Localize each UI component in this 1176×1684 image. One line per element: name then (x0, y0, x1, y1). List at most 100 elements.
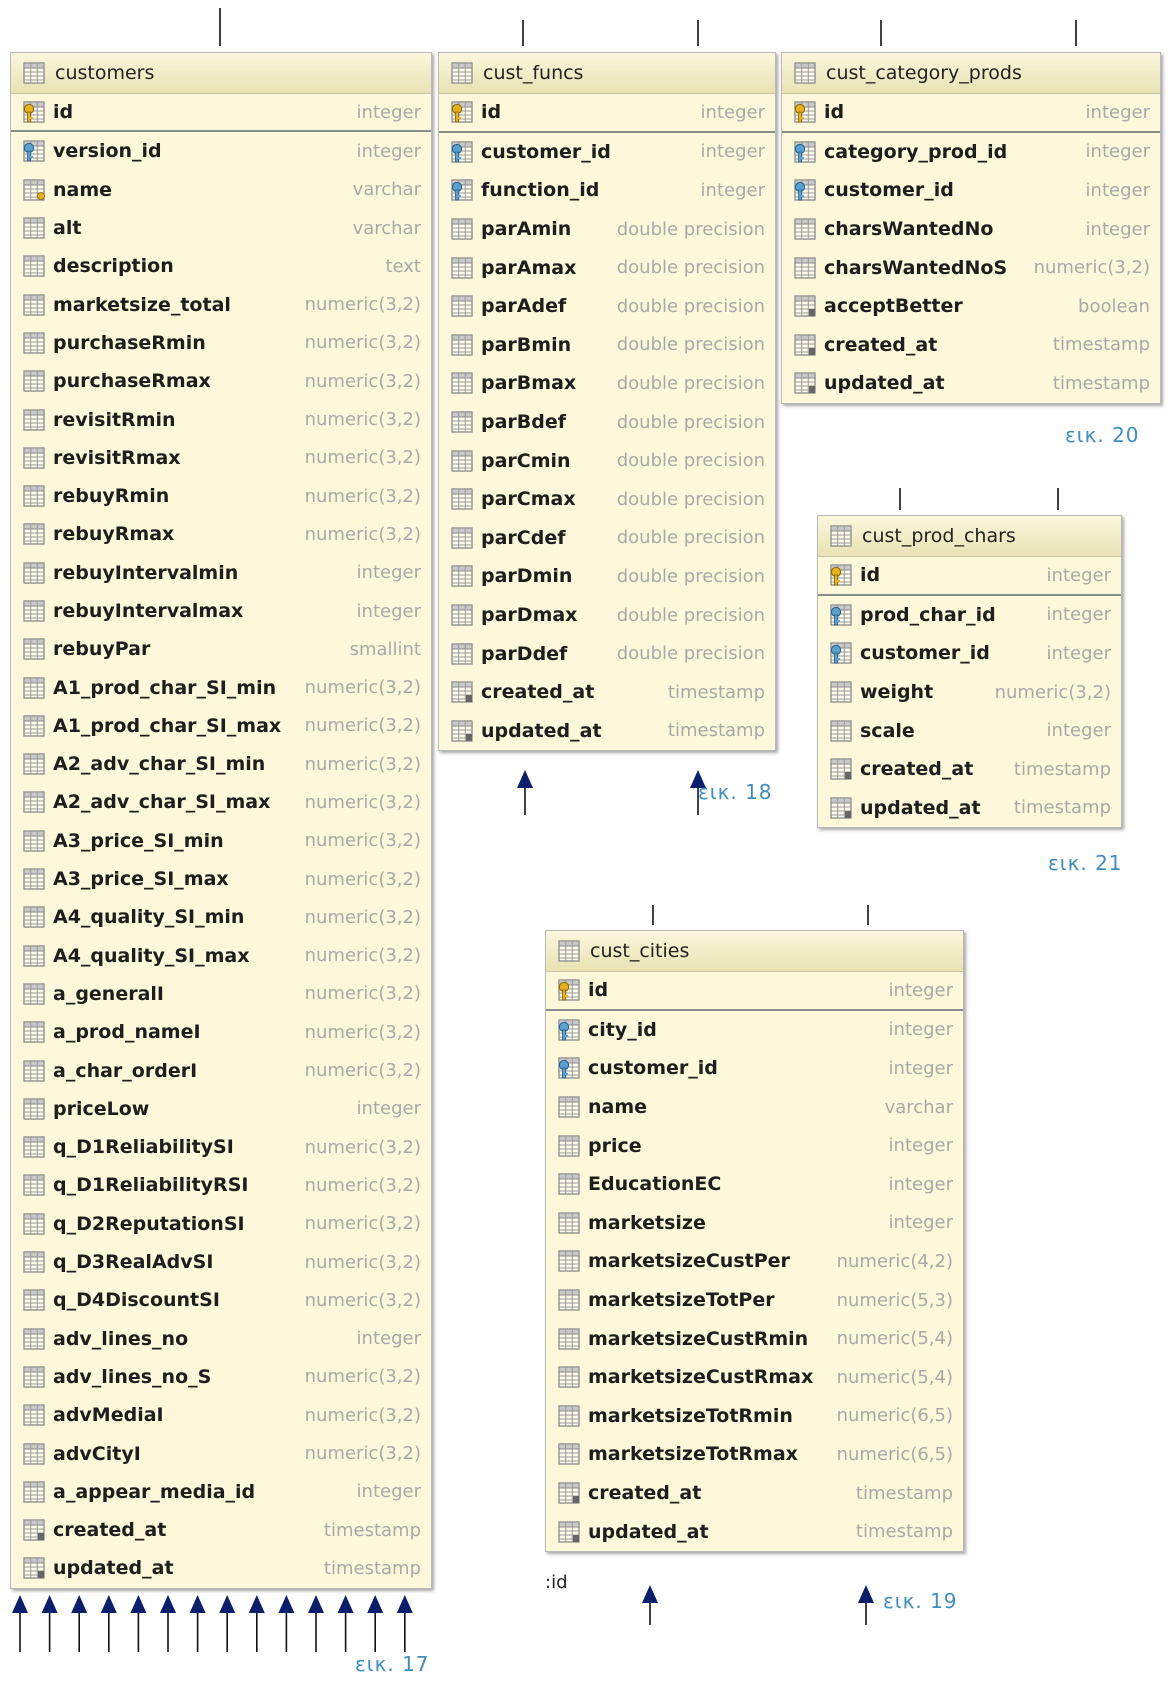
column-row[interactable]: A3_price_SI_min numeric(3,2) (11, 822, 431, 860)
column-row[interactable]: A4_quality_SI_min numeric(3,2) (11, 898, 431, 936)
column-row[interactable]: function_id integer (439, 171, 775, 210)
column-row[interactable]: rebuyIntervalmin integer (11, 554, 431, 592)
column-row[interactable]: updated_at timestamp (782, 364, 1160, 403)
column-row[interactable]: parCdef double precision (439, 519, 775, 558)
column-row[interactable]: updated_at timestamp (439, 712, 775, 751)
column-row[interactable]: parBdef double precision (439, 403, 775, 442)
column-row[interactable]: category_prod_id integer (782, 133, 1160, 172)
table-cust-cities[interactable]: cust_cities id integer city_id integer custom… (545, 930, 964, 1552)
column-row[interactable]: q_D2ReputationSI numeric(3,2) (11, 1205, 431, 1243)
table-customers[interactable]: customers id integer version_id integer name v… (10, 52, 432, 1589)
column-row[interactable]: marketsizeTotRmax numeric(6,5) (546, 1435, 963, 1474)
column-row[interactable]: description text (11, 247, 431, 285)
column-row[interactable]: purchaseRmin numeric(3,2) (11, 324, 431, 362)
table-icon (794, 62, 816, 84)
column-row[interactable]: parAmin double precision (439, 210, 775, 249)
column-row[interactable]: marketsizeCustRmax numeric(5,4) (546, 1358, 963, 1397)
column-row[interactable]: EducationEC integer (546, 1165, 963, 1204)
column-row[interactable]: a_generalI numeric(3,2) (11, 975, 431, 1013)
table-header[interactable]: cust_prod_chars (818, 516, 1121, 557)
column-row[interactable]: alt varchar (11, 209, 431, 247)
column-row[interactable]: parDmin double precision (439, 557, 775, 596)
column-row[interactable]: charsWantedNoS numeric(3,2) (782, 248, 1160, 287)
column-row[interactable]: id integer (818, 557, 1121, 596)
column-row[interactable]: customer_id integer (782, 171, 1160, 210)
column-row[interactable]: charsWantedNo integer (782, 210, 1160, 249)
table-header[interactable]: cust_cities (546, 931, 963, 972)
column-row[interactable]: weight numeric(3,2) (818, 673, 1121, 712)
column-type: numeric(3,2) (304, 945, 421, 967)
table-header[interactable]: customers (11, 53, 431, 94)
column-row[interactable]: updated_at timestamp (818, 789, 1121, 828)
column-row[interactable]: city_id integer (546, 1011, 963, 1050)
column-row[interactable]: updated_at timestamp (546, 1512, 963, 1551)
column-row[interactable]: q_D4DiscountSI numeric(3,2) (11, 1281, 431, 1319)
column-row[interactable]: A4_quality_SI_max numeric(3,2) (11, 937, 431, 975)
column-row[interactable]: revisitRmax numeric(3,2) (11, 439, 431, 477)
column-row[interactable]: A1_prod_char_SI_min numeric(3,2) (11, 668, 431, 706)
column-row[interactable]: id integer (782, 94, 1160, 133)
table-header[interactable]: cust_funcs (439, 53, 775, 94)
column-row[interactable]: updated_at timestamp (11, 1549, 431, 1587)
table-cust-prod-chars[interactable]: cust_prod_chars id integer prod_char_id inte… (817, 515, 1122, 829)
column-row[interactable]: created_at timestamp (782, 326, 1160, 365)
column-row[interactable]: priceLow integer (11, 1090, 431, 1128)
column-row[interactable]: parCmax double precision (439, 480, 775, 519)
column-row[interactable]: a_appear_media_id integer (11, 1473, 431, 1511)
column-type: varchar (352, 179, 421, 201)
column-row[interactable]: version_id integer (11, 132, 431, 170)
column-row[interactable]: customer_id integer (546, 1049, 963, 1088)
column-row[interactable]: A3_price_SI_max numeric(3,2) (11, 860, 431, 898)
column-row[interactable]: id integer (546, 972, 963, 1011)
column-icon (451, 642, 473, 665)
column-row[interactable]: marketsize integer (546, 1204, 963, 1243)
column-row[interactable]: adv_lines_no_S numeric(3,2) (11, 1358, 431, 1396)
column-row[interactable]: A1_prod_char_SI_max numeric(3,2) (11, 707, 431, 745)
column-row[interactable]: prod_char_id integer (818, 596, 1121, 635)
column-row[interactable]: purchaseRmax numeric(3,2) (11, 362, 431, 400)
column-row[interactable]: adv_lines_no integer (11, 1320, 431, 1358)
column-row[interactable]: A2_adv_char_SI_max numeric(3,2) (11, 783, 431, 821)
table-cust-funcs[interactable]: cust_funcs id integer customer_id integer fun… (438, 52, 776, 752)
column-row[interactable]: customer_id integer (818, 634, 1121, 673)
column-row[interactable]: a_prod_nameI numeric(3,2) (11, 1013, 431, 1051)
column-row[interactable]: advCityI numeric(3,2) (11, 1434, 431, 1472)
column-row[interactable]: customer_id integer (439, 133, 775, 172)
column-row[interactable]: parAdef double precision (439, 287, 775, 326)
column-row[interactable]: created_at timestamp (818, 750, 1121, 789)
column-row[interactable]: parDdef double precision (439, 634, 775, 673)
column-row[interactable]: q_D1ReliabilitySI numeric(3,2) (11, 1128, 431, 1166)
column-row[interactable]: rebuyIntervalmax integer (11, 592, 431, 630)
column-row[interactable]: parDmax double precision (439, 596, 775, 635)
column-row[interactable]: revisitRmin numeric(3,2) (11, 400, 431, 438)
column-row[interactable]: q_D1ReliabilityRSI numeric(3,2) (11, 1166, 431, 1204)
column-row[interactable]: marketsizeCustRmin numeric(5,4) (546, 1319, 963, 1358)
column-row[interactable]: name varchar (11, 171, 431, 209)
column-row[interactable]: scale integer (818, 711, 1121, 750)
column-row[interactable]: name varchar (546, 1088, 963, 1127)
column-row[interactable]: parAmax double precision (439, 248, 775, 287)
table-header[interactable]: cust_category_prods (782, 53, 1160, 94)
column-row[interactable]: parBmax double precision (439, 364, 775, 403)
column-row[interactable]: parCmin double precision (439, 441, 775, 480)
column-row[interactable]: created_at timestamp (11, 1511, 431, 1549)
column-row[interactable]: marketsize_total numeric(3,2) (11, 285, 431, 323)
column-row[interactable]: rebuyRmin numeric(3,2) (11, 477, 431, 515)
table-cust-category-prods[interactable]: cust_category_prods id integer category_pro… (781, 52, 1161, 404)
column-row[interactable]: rebuyRmax numeric(3,2) (11, 515, 431, 553)
column-row[interactable]: price integer (546, 1126, 963, 1165)
column-row[interactable]: a_char_orderI numeric(3,2) (11, 1051, 431, 1089)
column-row[interactable]: created_at timestamp (439, 673, 775, 712)
column-row[interactable]: rebuyPar smallint (11, 630, 431, 668)
column-row[interactable]: id integer (11, 94, 431, 133)
column-row[interactable]: created_at timestamp (546, 1474, 963, 1513)
column-row[interactable]: marketsizeTotRmin numeric(6,5) (546, 1397, 963, 1436)
column-row[interactable]: acceptBetter boolean (782, 287, 1160, 326)
column-row[interactable]: marketsizeTotPer numeric(5,3) (546, 1281, 963, 1320)
column-row[interactable]: q_D3RealAdvSI numeric(3,2) (11, 1243, 431, 1281)
column-row[interactable]: marketsizeCustPer numeric(4,2) (546, 1242, 963, 1281)
column-row[interactable]: id integer (439, 94, 775, 133)
column-row[interactable]: parBmin double precision (439, 326, 775, 365)
column-row[interactable]: advMediaI numeric(3,2) (11, 1396, 431, 1434)
column-row[interactable]: A2_adv_char_SI_min numeric(3,2) (11, 745, 431, 783)
